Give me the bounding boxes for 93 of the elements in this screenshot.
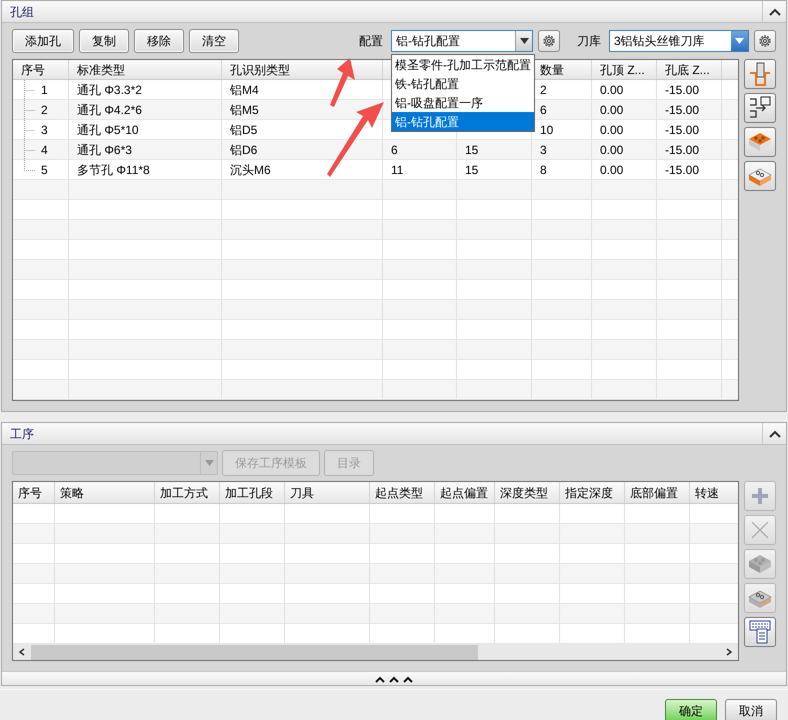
dropdown-option[interactable]: 铝-吸盘配置一序 (392, 93, 534, 112)
dropdown-option[interactable]: 模圣零件-孔加工示范配置 (392, 55, 534, 74)
caret-icon (204, 460, 214, 466)
table-cell-text: 8 (539, 162, 548, 178)
table-cell-text: 0.00 (599, 122, 624, 138)
table-cell-text: 3 (539, 142, 548, 158)
table-cell-text: 0.00 (599, 142, 624, 158)
table-cell-text: 通孔 Φ3.3*2 (76, 82, 143, 98)
toolbar-button[interactable]: 添加孔 (12, 29, 74, 53)
table-cell-text: 铝D5 (229, 122, 258, 138)
column-header[interactable]: 孔底 Z... (665, 60, 710, 78)
settings-icon (541, 33, 557, 49)
table-cell-text: 1 (41, 82, 48, 98)
config-dropdown[interactable]: 铝-钻孔配置 (391, 30, 533, 52)
drill-icon (748, 61, 772, 87)
column-header[interactable]: 策略 (60, 484, 84, 502)
chevron-up-icon (768, 8, 780, 16)
table-cell-text: 10 (539, 122, 554, 138)
caret-icon (735, 38, 744, 44)
table-cell-text: -15.00 (664, 142, 700, 158)
table-cell-text: 0.00 (599, 82, 624, 98)
table-list-icon (749, 620, 771, 644)
block-icon (747, 553, 773, 575)
column-header[interactable]: 转速 (695, 484, 719, 502)
column-header[interactable]: 刀具 (290, 484, 314, 502)
caret-icon (520, 38, 528, 44)
chevron-right-icon (726, 648, 732, 656)
tool-library-dropdown[interactable]: 3铝钻头丝锥刀库 (609, 30, 749, 52)
table-cell-text: -15.00 (664, 82, 700, 98)
config-label: 配置 (359, 33, 383, 50)
dialog-button[interactable]: 确定 (665, 699, 717, 720)
chevron-up-icon (768, 430, 780, 438)
column-header[interactable]: 底部偏置 (630, 484, 678, 502)
section-title: 工序 (10, 426, 34, 442)
table-cell-text: 通孔 Φ4.2*6 (76, 102, 143, 118)
settings-button[interactable] (754, 30, 776, 52)
settings-button[interactable] (538, 30, 560, 52)
column-header[interactable]: 加工方式 (160, 484, 208, 502)
table-cell-text: 3 (41, 122, 48, 138)
tree-line-icon (24, 100, 35, 120)
dialog-button[interactable]: 取消 (725, 699, 777, 720)
table-cell-text: 铝D6 (229, 142, 258, 158)
table-cell-text: -15.00 (664, 102, 700, 118)
settings-icon (757, 33, 773, 49)
toolbar-button[interactable]: 复制 (79, 29, 129, 53)
table-cell-text: 0.00 (599, 102, 624, 118)
table-cell-text: 15 (464, 142, 480, 158)
table-cell-text: 沉头M6 (229, 162, 272, 178)
toolbar-button[interactable]: 清空 (189, 29, 239, 53)
table-cell-text: 6 (390, 142, 399, 158)
column-header[interactable]: 序号 (21, 60, 45, 78)
column-header[interactable]: 序号 (18, 484, 42, 502)
table-cell-text: 4 (41, 142, 48, 158)
table-cell-text: 2 (539, 82, 548, 98)
column-header[interactable]: 孔识别类型 (230, 60, 290, 78)
column-header[interactable]: 加工孔段 (225, 484, 273, 502)
table-cell-text: 多节孔 Φ11*8 (76, 162, 151, 178)
table-cell-text: -15.00 (664, 162, 700, 178)
tree-line-icon (24, 80, 35, 100)
tool-library-label: 刀库 (577, 33, 601, 50)
dropdown-option[interactable]: 铝-钻孔配置 (392, 112, 534, 131)
toolbar-button[interactable]: 移除 (134, 29, 184, 53)
plus-icon (750, 486, 770, 506)
tool-button[interactable] (744, 127, 776, 157)
block-icon (747, 131, 773, 153)
table-cell-text: 11 (390, 162, 404, 178)
table-cell-text: 5 (41, 162, 48, 178)
tool-button[interactable] (744, 617, 776, 647)
section-title: 孔组 (10, 4, 34, 20)
table-cell-text: 通孔 Φ6*3 (76, 142, 133, 158)
table-cell-text: 2 (41, 102, 48, 118)
tree-line-icon (24, 120, 35, 140)
table-cell-text: 通孔 Φ5*10 (76, 122, 140, 138)
tool-button[interactable] (744, 59, 776, 89)
column-header[interactable]: 起点类型 (375, 484, 423, 502)
scrollbar-thumb[interactable] (31, 644, 478, 660)
table-cell-text: 铝M4 (229, 82, 260, 98)
column-header[interactable]: 孔顶 Z... (600, 60, 645, 78)
chevrons-up-icon (374, 674, 414, 682)
table-cell-text: 铝M5 (229, 102, 260, 118)
column-header[interactable]: 数量 (540, 60, 564, 78)
column-header[interactable]: 起点偏置 (440, 484, 488, 502)
dropdown-option[interactable]: 铁-钻孔配置 (392, 74, 534, 93)
table-cell-text: 0.00 (599, 162, 624, 178)
chevron-left-icon (19, 648, 25, 656)
tool-button[interactable] (744, 93, 776, 123)
table-cell-text: -15.00 (664, 122, 700, 138)
close-icon (750, 520, 770, 540)
column-header[interactable]: 深度类型 (500, 484, 548, 502)
table-cell-text: 6 (539, 102, 548, 118)
column-header[interactable]: 标准类型 (77, 60, 125, 78)
column-header[interactable]: 指定深度 (565, 484, 613, 502)
table-cell-text: 15 (464, 162, 480, 178)
